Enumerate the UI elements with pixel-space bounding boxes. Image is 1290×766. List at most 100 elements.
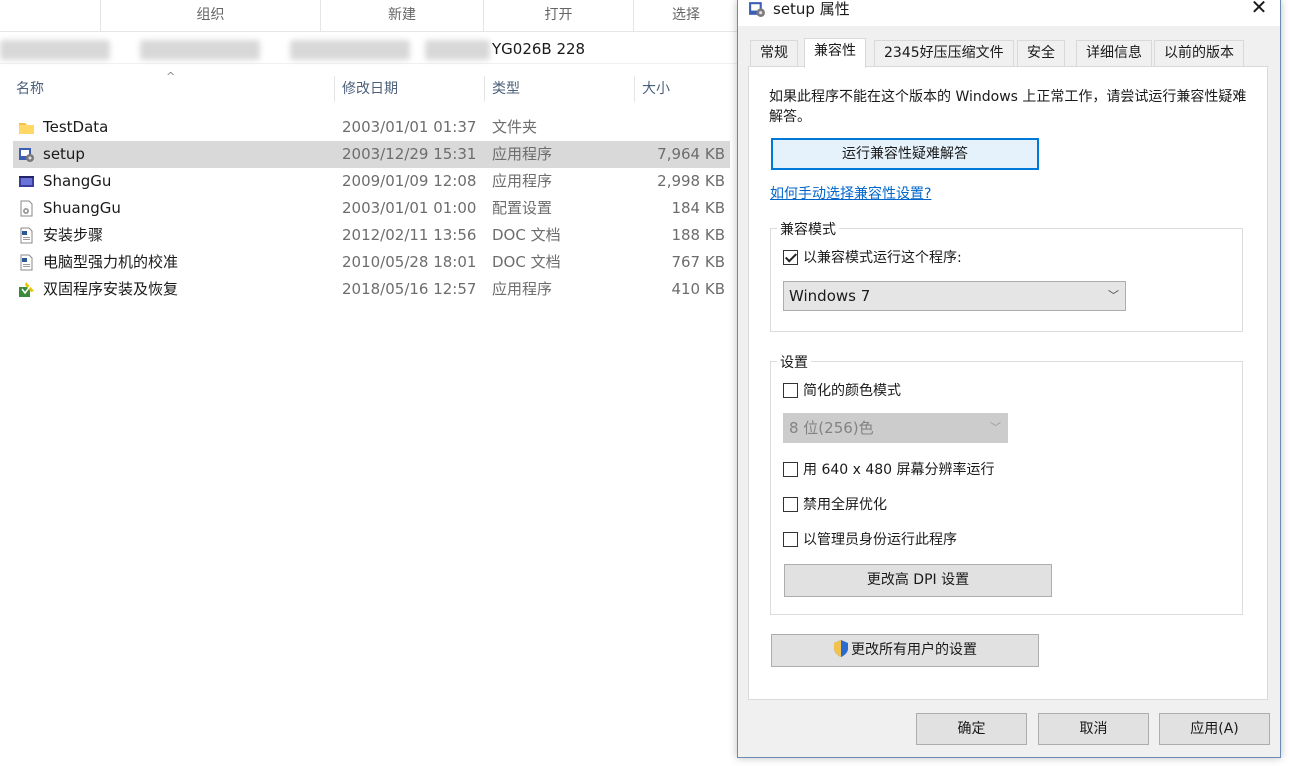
ribbon-group-select[interactable]: 选择 bbox=[633, 0, 738, 32]
file-size: 184 KB bbox=[671, 199, 725, 217]
color-depth-value: 8 位(256)色 bbox=[789, 419, 874, 437]
file-name: ShuangGu bbox=[43, 199, 121, 217]
file-row[interactable]: TestData 2003/01/01 01:37 文件夹 bbox=[0, 114, 738, 141]
column-headers: ^ 名称 修改日期 类型 大小 bbox=[0, 70, 738, 104]
checkbox-unchecked-icon[interactable] bbox=[783, 383, 798, 398]
tab-2345-archive[interactable]: 2345好压压缩文件 bbox=[874, 40, 1014, 66]
tab-general[interactable]: 常规 bbox=[750, 40, 798, 66]
chevron-down-icon: ﹀ bbox=[1108, 289, 1119, 302]
properties-dialog: setup 属性 ✕ 常规 兼容性 2345好压压缩文件 安全 详细信息 以前的… bbox=[737, 0, 1281, 758]
file-type: 配置设置 bbox=[492, 199, 553, 217]
file-name: 电脑型强力机的校准 bbox=[43, 253, 179, 271]
setup-exe-icon bbox=[19, 148, 34, 162]
file-date: 2009/01/09 12:08 bbox=[342, 172, 477, 190]
run-troubleshooter-button[interactable]: 运行兼容性疑难解答 bbox=[771, 138, 1039, 170]
file-type: 应用程序 bbox=[492, 280, 553, 298]
os-version-select[interactable]: Windows 7 ﹀ bbox=[783, 281, 1126, 311]
file-date: 2003/01/01 01:00 bbox=[342, 199, 477, 217]
file-row[interactable]: 电脑型强力机的校准 2010/05/28 18:01 DOC 文档 767 KB bbox=[0, 249, 738, 276]
file-type: 应用程序 bbox=[492, 145, 553, 163]
file-row-selected[interactable]: setup 2003/12/29 15:31 应用程序 7,964 KB bbox=[13, 141, 730, 168]
tab-compatibility[interactable]: 兼容性 bbox=[804, 38, 866, 68]
file-date: 2003/01/01 01:37 bbox=[342, 118, 477, 136]
address-bar[interactable]: YG026B 228 bbox=[0, 36, 738, 64]
run-as-admin-label: 以管理员身份运行此程序 bbox=[803, 532, 957, 548]
file-date: 2012/02/11 13:56 bbox=[342, 226, 477, 244]
file-type: DOC 文档 bbox=[492, 253, 561, 271]
change-all-users-button[interactable]: 更改所有用户的设置 bbox=[771, 634, 1039, 667]
cancel-button[interactable]: 取消 bbox=[1038, 713, 1149, 745]
compat-intro-text: 如果此程序不能在这个版本的 Windows 上正常工作，请尝试运行兼容性疑难解答… bbox=[769, 89, 1247, 125]
installer-icon bbox=[19, 282, 34, 297]
checkbox-checked-icon[interactable] bbox=[783, 250, 798, 265]
dialog-titlebar[interactable]: setup 属性 ✕ bbox=[738, 0, 1280, 26]
blurred-path-segment bbox=[290, 40, 410, 60]
file-name: 双固程序安装及恢复 bbox=[43, 280, 179, 298]
compatibility-panel: 如果此程序不能在这个版本的 Windows 上正常工作，请尝试运行兼容性疑难解答… bbox=[748, 66, 1268, 700]
file-size: 2,998 KB bbox=[657, 172, 725, 190]
settings-group: 设置 简化的颜色模式 8 位(256)色 ﹀ 用 640 x 480 屏幕分辨率… bbox=[770, 352, 1243, 615]
file-type: 文件夹 bbox=[492, 118, 538, 136]
change-dpi-button[interactable]: 更改高 DPI 设置 bbox=[784, 564, 1052, 597]
file-type: DOC 文档 bbox=[492, 226, 561, 244]
blurred-path-segment bbox=[0, 40, 110, 60]
file-size: 188 KB bbox=[671, 226, 725, 244]
explorer-ribbon: 组织 新建 打开 选择 bbox=[0, 0, 738, 32]
checkbox-unchecked-icon[interactable] bbox=[783, 462, 798, 477]
checkbox-unchecked-icon[interactable] bbox=[783, 497, 798, 512]
file-size: 767 KB bbox=[671, 253, 725, 271]
compat-mode-group: 兼容模式 以兼容模式运行这个程序: Windows 7 ﹀ bbox=[770, 219, 1243, 332]
file-list: TestData 2003/01/01 01:37 文件夹 setup 2003… bbox=[0, 114, 738, 303]
reduced-color-label: 简化的颜色模式 bbox=[803, 383, 901, 399]
address-path-text: YG026B 228 bbox=[492, 40, 586, 58]
tab-details[interactable]: 详细信息 bbox=[1076, 40, 1152, 66]
file-row[interactable]: ShangGu 2009/01/09 12:08 应用程序 2,998 KB bbox=[0, 168, 738, 195]
tab-security[interactable]: 安全 bbox=[1017, 40, 1065, 66]
file-date: 2010/05/28 18:01 bbox=[342, 253, 477, 271]
folder-icon bbox=[19, 123, 34, 134]
file-date: 2003/12/29 15:31 bbox=[342, 145, 477, 163]
column-header-date[interactable]: 修改日期 bbox=[334, 74, 398, 104]
ribbon-group-new[interactable]: 新建 bbox=[320, 0, 483, 32]
uac-shield-icon bbox=[834, 640, 848, 657]
doc-file-icon bbox=[20, 254, 33, 271]
file-size: 410 KB bbox=[671, 280, 725, 298]
file-name: TestData bbox=[43, 118, 109, 136]
settings-label: 设置 bbox=[777, 352, 811, 372]
config-file-icon bbox=[20, 200, 33, 217]
file-size: 7,964 KB bbox=[657, 145, 725, 163]
file-date: 2018/05/16 12:57 bbox=[342, 280, 477, 298]
compat-mode-label: 兼容模式 bbox=[777, 219, 839, 239]
apply-button[interactable]: 应用(A) bbox=[1159, 713, 1270, 745]
file-name: ShangGu bbox=[43, 172, 112, 190]
app-window-icon bbox=[19, 176, 34, 187]
dialog-title: setup 属性 bbox=[773, 0, 850, 18]
os-version-value: Windows 7 bbox=[789, 287, 871, 305]
file-row[interactable]: 安装步骤 2012/02/11 13:56 DOC 文档 188 KB bbox=[0, 222, 738, 249]
manual-compat-link[interactable]: 如何手动选择兼容性设置? bbox=[770, 183, 931, 203]
file-name: setup bbox=[43, 145, 85, 163]
chevron-down-icon: ﹀ bbox=[990, 421, 1001, 434]
file-row[interactable]: 双固程序安装及恢复 2018/05/16 12:57 应用程序 410 KB bbox=[0, 276, 738, 303]
column-header-type[interactable]: 类型 bbox=[484, 74, 520, 104]
checkbox-unchecked-icon[interactable] bbox=[783, 532, 798, 547]
ok-button[interactable]: 确定 bbox=[916, 713, 1027, 745]
tab-previous-versions[interactable]: 以前的版本 bbox=[1154, 40, 1244, 66]
ribbon-group-open[interactable]: 打开 bbox=[483, 0, 633, 32]
close-button[interactable]: ✕ bbox=[1248, 0, 1270, 18]
file-row[interactable]: ShuangGu 2003/01/01 01:00 配置设置 184 KB bbox=[0, 195, 738, 222]
sort-ascending-icon: ^ bbox=[166, 70, 176, 83]
change-all-users-label: 更改所有用户的设置 bbox=[851, 642, 977, 658]
blurred-path-segment bbox=[140, 40, 260, 60]
blurred-path-segment bbox=[425, 40, 490, 60]
compat-mode-checkbox-label: 以兼容模式运行这个程序: bbox=[803, 250, 962, 266]
column-header-name[interactable]: 名称 bbox=[8, 74, 44, 104]
disable-fullscreen-label: 禁用全屏优化 bbox=[803, 497, 887, 513]
ribbon-group-organize[interactable]: 组织 bbox=[100, 0, 320, 32]
color-depth-select: 8 位(256)色 ﹀ bbox=[783, 413, 1008, 443]
res-640-label: 用 640 x 480 屏幕分辨率运行 bbox=[803, 462, 995, 478]
file-type: 应用程序 bbox=[492, 172, 553, 190]
setup-exe-icon bbox=[749, 2, 765, 17]
column-header-size[interactable]: 大小 bbox=[634, 74, 670, 104]
doc-file-icon bbox=[20, 227, 33, 244]
